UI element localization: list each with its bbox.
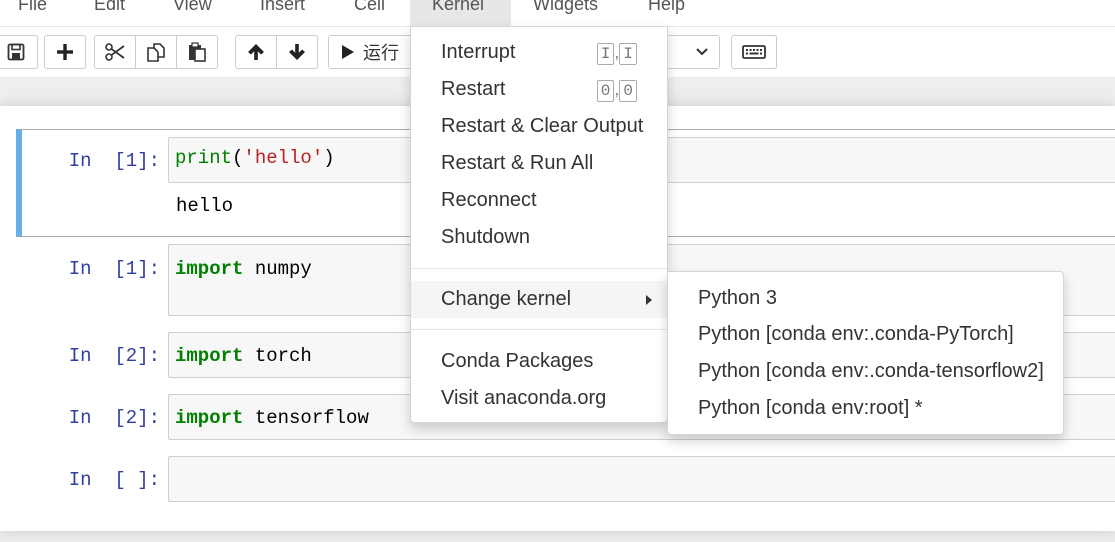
code-keyword: import [175, 258, 244, 280]
menu-item-restart-clear-output[interactable]: Restart & Clear Output [411, 108, 667, 145]
change-kernel-submenu: Python 3 Python [conda env:.conda-PyTorc… [667, 271, 1064, 435]
cell-prompt: In [1]: [68, 258, 160, 280]
menu-view[interactable]: View [151, 0, 234, 26]
kernel-dropdown-menu: Interrupt I,I Restart 0,0 Restart & Clea… [410, 26, 668, 423]
cell-output: hello [176, 195, 234, 217]
kernel-option-python3[interactable]: Python 3 [668, 280, 1063, 317]
insert-cell-button[interactable] [44, 35, 86, 69]
move-group [235, 35, 318, 69]
code-paren-close: ) [323, 147, 335, 169]
cell-prompt: In [ ]: [68, 469, 160, 491]
menu-divider [411, 329, 667, 330]
menu-item-restart-run-all[interactable]: Restart & Run All [411, 145, 667, 182]
arrow-down-icon [289, 44, 305, 60]
cell-prompt: In [2]: [68, 407, 160, 429]
kernel-option-root[interactable]: Python [conda env:root] * [668, 390, 1063, 427]
kernel-option-tensorflow2[interactable]: Python [conda env:.conda-tensorflow2] [668, 353, 1063, 390]
code-text: import numpy [175, 258, 312, 280]
arrow-up-icon [248, 44, 264, 60]
paste-button[interactable] [176, 35, 218, 69]
move-down-button[interactable] [276, 35, 318, 69]
cut-button[interactable] [94, 35, 136, 69]
code-module: numpy [243, 258, 312, 280]
copy-icon [147, 43, 165, 62]
save-button[interactable] [0, 35, 38, 69]
code-text: import tensorflow [175, 407, 369, 429]
paste-icon [189, 42, 206, 62]
code-keyword: import [175, 407, 244, 429]
shortcut-key: 0 [596, 80, 615, 102]
code-string: 'hello' [243, 147, 324, 169]
keyboard-icon [742, 45, 766, 59]
restart-shortcut: 0,0 [596, 71, 637, 108]
code-function: print [175, 147, 233, 169]
kernel-option-pytorch[interactable]: Python [conda env:.conda-PyTorch] [668, 316, 1063, 353]
run-label: 运行 [363, 43, 399, 63]
chevron-down-icon [696, 48, 708, 56]
save-icon [7, 43, 25, 61]
menu-item-label: Change kernel [441, 288, 572, 310]
cell-prompt: In [2]: [68, 345, 160, 367]
plus-icon [57, 44, 73, 60]
menu-item-label: Interrupt [441, 41, 516, 63]
interrupt-shortcut: I,I [596, 34, 637, 71]
menu-item-label: Restart [441, 78, 506, 100]
shortcut-key: 0 [619, 80, 637, 102]
caret-right-icon [646, 295, 652, 305]
menu-widgets[interactable]: Widgets [511, 0, 620, 26]
shortcut-key: I [596, 43, 615, 65]
menu-item-shutdown[interactable]: Shutdown [411, 219, 667, 256]
menu-insert[interactable]: Insert [238, 0, 327, 26]
code-paren-open: ( [232, 147, 244, 169]
save-group [0, 35, 38, 69]
code-module: tensorflow [243, 407, 369, 429]
menu-help[interactable]: Help [626, 0, 707, 26]
cell-input[interactable] [168, 456, 1115, 502]
edit-group [94, 35, 218, 69]
code-text: import torch [175, 345, 312, 367]
menu-item-change-kernel[interactable]: Change kernel [411, 281, 667, 318]
insert-group [44, 35, 86, 69]
copy-button[interactable] [135, 35, 177, 69]
command-palette-button[interactable] [731, 35, 777, 69]
menu-edit[interactable]: Edit [72, 0, 147, 26]
menubar: File Edit View Insert Cell Kernel Widget… [0, 0, 1115, 27]
menu-cell[interactable]: Cell [332, 0, 407, 26]
menu-item-restart[interactable]: Restart 0,0 [411, 71, 667, 108]
cell-prompt: In [1]: [68, 150, 160, 172]
code-keyword: import [175, 345, 244, 367]
cut-icon [105, 43, 125, 61]
menu-file[interactable]: File [0, 0, 69, 26]
play-icon [342, 45, 354, 59]
code-cell-5[interactable]: In [ ]: [16, 456, 1115, 502]
menu-divider [411, 268, 667, 269]
move-up-button[interactable] [235, 35, 277, 69]
menu-item-reconnect[interactable]: Reconnect [411, 182, 667, 219]
menu-item-conda-packages[interactable]: Conda Packages [411, 343, 667, 380]
menu-item-interrupt[interactable]: Interrupt I,I [411, 34, 667, 71]
shortcut-key: I [619, 43, 637, 65]
menu-item-visit-anaconda[interactable]: Visit anaconda.org [411, 380, 667, 417]
code-module: torch [243, 345, 312, 367]
menu-kernel[interactable]: Kernel [410, 0, 511, 26]
code-text: print('hello') [175, 147, 335, 169]
